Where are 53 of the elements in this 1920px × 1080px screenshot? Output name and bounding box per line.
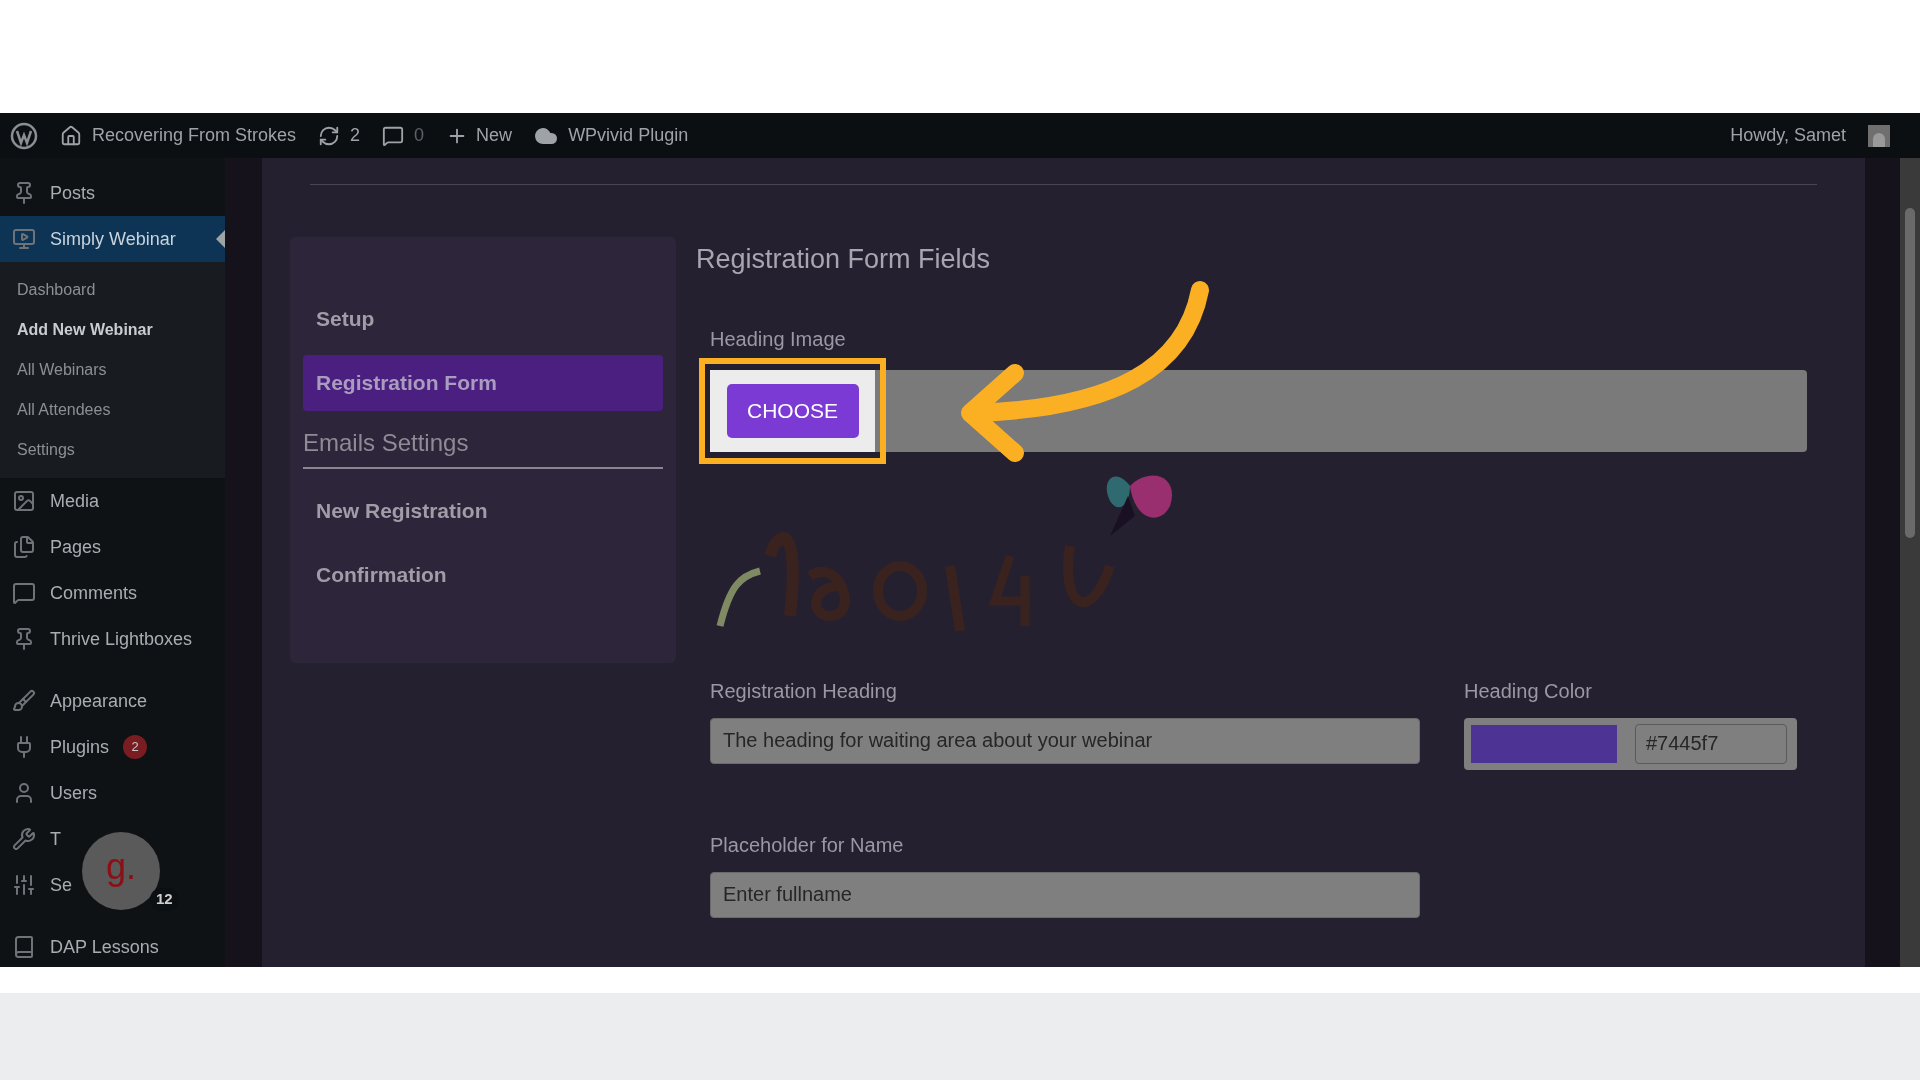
- choose-button[interactable]: CHOOSE: [726, 383, 859, 438]
- field-label: Registration Heading: [710, 678, 898, 704]
- sidebar-item[interactable]: Users: [0, 770, 97, 816]
- field-label: Placeholder for Name: [710, 832, 905, 858]
- sidebar-item[interactable]: Posts: [0, 170, 96, 216]
- submenu-item[interactable]: Dashboard: [0, 270, 225, 310]
- settings-menu-item[interactable]: New Registration: [303, 483, 663, 539]
- new-link[interactable]: New: [476, 122, 513, 149]
- submenu-item[interactable]: Add New Webinar: [0, 310, 225, 350]
- settings-menu-item[interactable]: Confirmation: [303, 547, 663, 603]
- wrench-icon: [12, 827, 36, 851]
- section-heading: Emails Settings: [303, 425, 663, 469]
- sliders-icon: [12, 873, 36, 897]
- color-hex-input[interactable]: #7445f7: [1635, 723, 1787, 764]
- site-link[interactable]: Recovering From Strokes: [92, 122, 297, 149]
- heading-input[interactable]: The heading for waiting area about your webinar: [710, 717, 1420, 764]
- name-placeholder-input[interactable]: Enter fullname: [710, 871, 1420, 918]
- plugin-link[interactable]: WPvivid Plugin: [568, 122, 689, 149]
- wordpress-logo-icon[interactable]: [10, 121, 38, 150]
- greeting-link[interactable]: Howdy, Samet: [1730, 122, 1846, 149]
- book-icon: [12, 935, 36, 959]
- brush-icon: [12, 689, 36, 713]
- count-badge: 12: [150, 888, 179, 911]
- sidebar-item[interactable]: Thrive Lightboxes: [0, 616, 193, 662]
- updates-count[interactable]: 2: [350, 122, 361, 149]
- image-upload-field[interactable]: CHOOSE: [710, 369, 1807, 452]
- count-badge: 2: [123, 735, 148, 759]
- sidebar-item[interactable]: Media: [0, 478, 100, 524]
- submenu-item[interactable]: All Webinars: [0, 350, 225, 390]
- settings-menu-item[interactable]: Registration Form: [303, 355, 663, 411]
- section-title: Registration Form Fields: [696, 243, 992, 276]
- updates-icon[interactable]: [318, 124, 341, 147]
- field-label: Heading Color: [1464, 678, 1593, 704]
- image-icon: [12, 489, 36, 513]
- field-label: Heading Image: [710, 326, 847, 352]
- settings-menu-item[interactable]: Setup: [303, 291, 663, 347]
- speech-bubble-icon[interactable]: [382, 124, 405, 147]
- submenu-item[interactable]: Settings: [0, 430, 225, 470]
- pages-icon: [12, 535, 36, 559]
- sidebar-item[interactable]: Se: [0, 862, 73, 908]
- sidebar-item[interactable]: Pages: [0, 524, 102, 570]
- sidebar-item[interactable]: Comments: [0, 570, 138, 616]
- sidebar-item[interactable]: T: [0, 816, 61, 862]
- home-icon[interactable]: [60, 124, 82, 147]
- sidebar-item[interactable]: Plugins 2: [0, 724, 148, 770]
- avatar-icon[interactable]: [1868, 124, 1890, 147]
- sidebar-item[interactable]: Simply Webinar: [0, 216, 225, 262]
- monitor-icon: [12, 227, 36, 251]
- sidebar-item[interactable]: Appearance: [0, 678, 148, 724]
- submenu-item[interactable]: All Attendees: [0, 390, 225, 430]
- speech-bubble-icon: [12, 581, 36, 605]
- sidebar-item[interactable]: DAP Lessons: [0, 924, 159, 967]
- color-picker[interactable]: #7445f7: [1464, 717, 1797, 770]
